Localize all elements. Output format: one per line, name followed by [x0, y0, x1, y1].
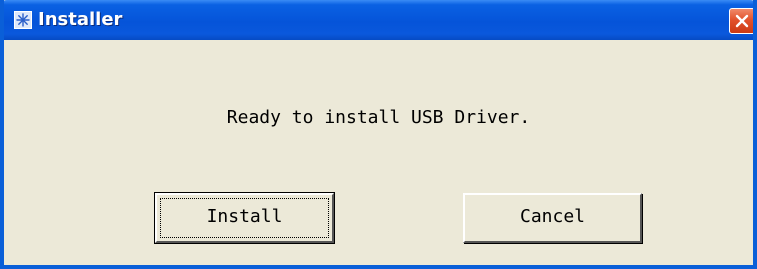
close-button[interactable]: [729, 8, 753, 34]
title-bar[interactable]: Installer: [4, 0, 753, 40]
installer-dialog: Installer Ready to install USB Driver. I…: [0, 0, 757, 269]
cancel-button-label: Cancel: [519, 206, 586, 227]
cancel-button[interactable]: Cancel: [463, 193, 642, 243]
install-button[interactable]: Install: [154, 192, 335, 244]
close-icon: [735, 14, 749, 28]
install-button-label: Install: [206, 206, 283, 227]
dialog-message: Ready to install USB Driver.: [226, 107, 531, 128]
installer-icon: [14, 11, 32, 29]
window-title: Installer: [38, 9, 123, 30]
